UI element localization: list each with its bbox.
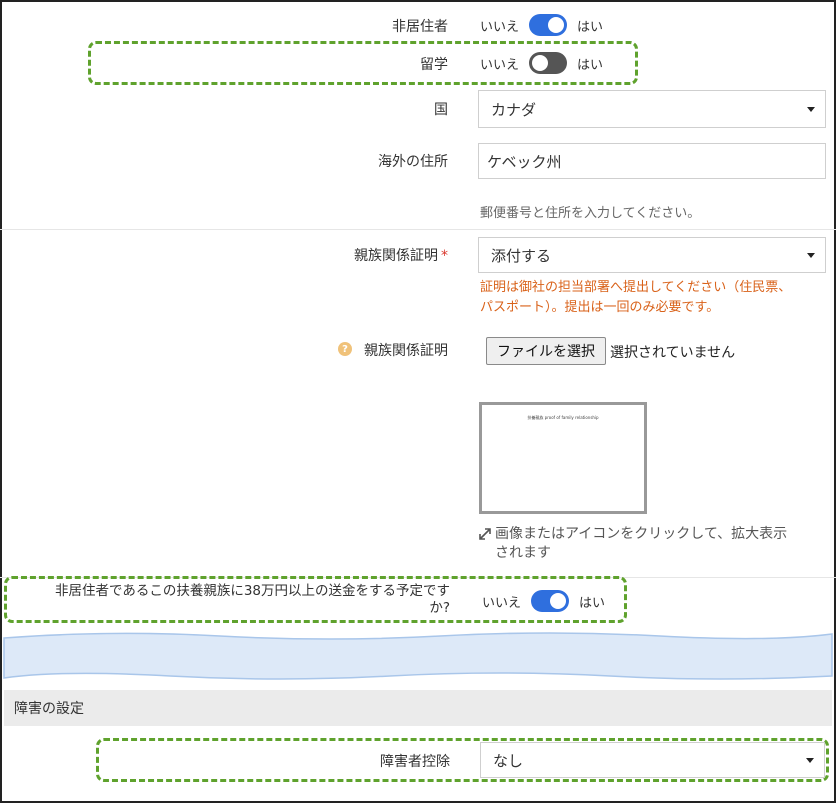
relationship-proof-select[interactable]: 添付する	[478, 237, 826, 273]
notice-line-1: 証明は御社の担当部署へ提出してください（住民票、	[480, 280, 792, 295]
study-abroad-label: 留学	[420, 57, 448, 73]
question-circle-icon[interactable]: ?	[338, 342, 352, 356]
relationship-proof-select-value: 添付する	[491, 246, 552, 265]
attachment-thumbnail[interactable]: 扶養親族 proof of family relationship	[479, 402, 647, 514]
toggle-knob	[532, 55, 549, 71]
choose-file-button[interactable]: ファイルを選択	[486, 337, 606, 365]
divider	[0, 229, 836, 230]
required-mark: *	[441, 248, 448, 264]
toggle-knob	[548, 17, 565, 33]
chevron-down-icon	[807, 253, 815, 258]
toggle-knob	[550, 593, 567, 609]
nonresident-yes-label: はい	[577, 19, 604, 35]
remittance-label-line-2: か?	[429, 600, 450, 616]
country-select[interactable]: カナダ	[478, 90, 826, 128]
expand-hint-line-1: 画像またはアイコンをクリックして、拡大表示	[495, 526, 788, 542]
overseas-address-input[interactable]: ケベック州	[478, 143, 826, 179]
relationship-proof-label: 親族関係証明 *	[354, 245, 448, 265]
country-label: 国	[434, 102, 448, 118]
relationship-proof-notice: 証明は御社の担当部署へ提出してください（住民票、 パスポート）。提出は一回のみ必…	[480, 278, 830, 318]
file-status: 選択されていません	[610, 345, 736, 361]
disability-section-header: 障害の設定	[4, 690, 832, 726]
nonresident-toggle[interactable]	[529, 14, 568, 36]
remittance-yes-label: はい	[579, 595, 606, 611]
remittance-label: 非居住者であるこの扶養親族に38万円以上の送金をする予定です か?	[8, 583, 450, 617]
relationship-file-label: 親族関係証明	[364, 343, 448, 359]
study-abroad-toggle[interactable]	[529, 52, 568, 74]
disability-deduction-label: 障害者控除	[380, 754, 450, 770]
country-select-value: カナダ	[491, 100, 537, 119]
overseas-address-label: 海外の住所	[378, 154, 448, 170]
nonresident-toggle-group: いいえ はい	[480, 14, 603, 36]
overseas-address-help: 郵便番号と住所を入力してください。	[480, 206, 701, 221]
expand-icon[interactable]	[478, 527, 492, 545]
notice-line-2: パスポート）。提出は一回のみ必要です。	[480, 300, 720, 315]
disability-deduction-select[interactable]: なし	[480, 742, 825, 778]
disability-deduction-value: なし	[493, 751, 524, 770]
remittance-label-line-1: 非居住者であるこの扶養親族に38万円以上の送金をする予定です	[54, 583, 450, 599]
chevron-down-icon	[806, 758, 814, 763]
chevron-down-icon	[807, 107, 815, 112]
relationship-proof-label-text: 親族関係証明	[354, 248, 438, 264]
expand-hint-line-2: されます	[495, 545, 551, 561]
overseas-address-value: ケベック州	[487, 152, 562, 171]
study-abroad-toggle-group: いいえ はい	[480, 52, 603, 74]
section-title: 障害の設定	[14, 701, 84, 717]
remittance-toggle[interactable]	[531, 590, 570, 612]
expand-hint: 画像またはアイコンをクリックして、拡大表示 されます	[495, 525, 787, 563]
study-abroad-yes-label: はい	[577, 57, 604, 73]
study-abroad-no-label: いいえ	[480, 57, 520, 73]
nonresident-label: 非居住者	[392, 19, 448, 35]
nonresident-no-label: いいえ	[480, 19, 520, 35]
remittance-toggle-group: いいえ はい	[482, 590, 605, 612]
thumbnail-caption: 扶養親族 proof of family relationship	[527, 415, 599, 420]
torn-separator	[3, 632, 833, 680]
remittance-no-label: いいえ	[482, 595, 522, 611]
